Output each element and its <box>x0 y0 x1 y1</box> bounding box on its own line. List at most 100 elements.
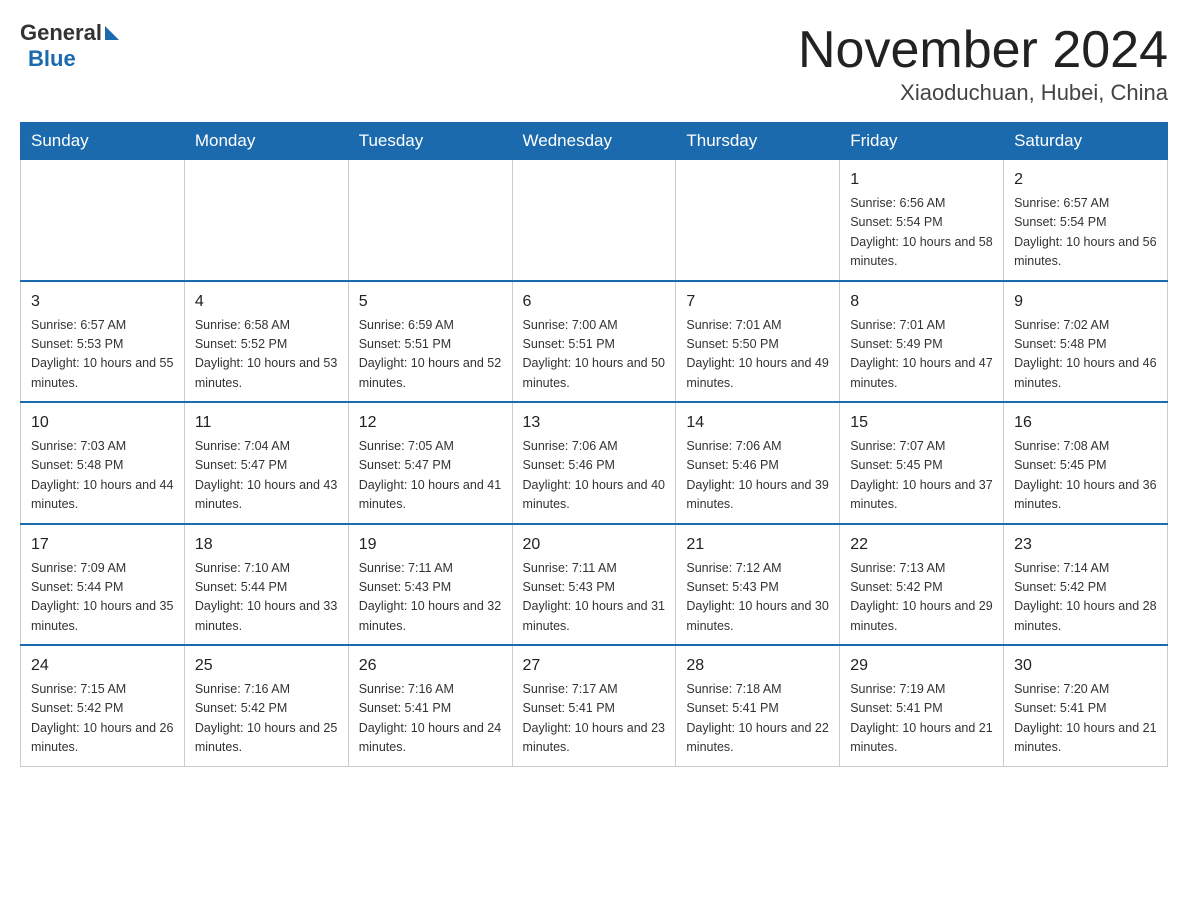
weekday-header-tuesday: Tuesday <box>348 123 512 160</box>
weekday-header-monday: Monday <box>184 123 348 160</box>
calendar-day-cell <box>21 160 185 281</box>
weekday-header-thursday: Thursday <box>676 123 840 160</box>
calendar-day-cell: 5Sunrise: 6:59 AM Sunset: 5:51 PM Daylig… <box>348 281 512 403</box>
day-info: Sunrise: 7:06 AM Sunset: 5:46 PM Dayligh… <box>686 437 829 515</box>
day-number: 8 <box>850 290 993 314</box>
day-number: 2 <box>1014 168 1157 192</box>
calendar-week-row: 10Sunrise: 7:03 AM Sunset: 5:48 PM Dayli… <box>21 402 1168 524</box>
calendar-day-cell: 10Sunrise: 7:03 AM Sunset: 5:48 PM Dayli… <box>21 402 185 524</box>
day-info: Sunrise: 7:12 AM Sunset: 5:43 PM Dayligh… <box>686 559 829 637</box>
location-subtitle: Xiaoduchuan, Hubei, China <box>798 80 1168 106</box>
day-info: Sunrise: 7:13 AM Sunset: 5:42 PM Dayligh… <box>850 559 993 637</box>
weekday-header-sunday: Sunday <box>21 123 185 160</box>
logo: General Blue <box>20 20 122 72</box>
day-info: Sunrise: 7:17 AM Sunset: 5:41 PM Dayligh… <box>523 680 666 758</box>
calendar-day-cell: 30Sunrise: 7:20 AM Sunset: 5:41 PM Dayli… <box>1004 645 1168 766</box>
calendar-day-cell: 16Sunrise: 7:08 AM Sunset: 5:45 PM Dayli… <box>1004 402 1168 524</box>
day-number: 30 <box>1014 654 1157 678</box>
day-number: 7 <box>686 290 829 314</box>
day-info: Sunrise: 6:57 AM Sunset: 5:53 PM Dayligh… <box>31 316 174 394</box>
calendar-day-cell: 27Sunrise: 7:17 AM Sunset: 5:41 PM Dayli… <box>512 645 676 766</box>
calendar-day-cell: 12Sunrise: 7:05 AM Sunset: 5:47 PM Dayli… <box>348 402 512 524</box>
day-info: Sunrise: 7:09 AM Sunset: 5:44 PM Dayligh… <box>31 559 174 637</box>
day-number: 17 <box>31 533 174 557</box>
weekday-header-friday: Friday <box>840 123 1004 160</box>
calendar-day-cell: 21Sunrise: 7:12 AM Sunset: 5:43 PM Dayli… <box>676 524 840 646</box>
calendar-day-cell: 23Sunrise: 7:14 AM Sunset: 5:42 PM Dayli… <box>1004 524 1168 646</box>
calendar-day-cell: 13Sunrise: 7:06 AM Sunset: 5:46 PM Dayli… <box>512 402 676 524</box>
calendar-day-cell: 22Sunrise: 7:13 AM Sunset: 5:42 PM Dayli… <box>840 524 1004 646</box>
calendar-week-row: 1Sunrise: 6:56 AM Sunset: 5:54 PM Daylig… <box>21 160 1168 281</box>
day-number: 25 <box>195 654 338 678</box>
calendar-day-cell: 11Sunrise: 7:04 AM Sunset: 5:47 PM Dayli… <box>184 402 348 524</box>
calendar-day-cell <box>184 160 348 281</box>
day-info: Sunrise: 7:11 AM Sunset: 5:43 PM Dayligh… <box>359 559 502 637</box>
calendar-day-cell: 9Sunrise: 7:02 AM Sunset: 5:48 PM Daylig… <box>1004 281 1168 403</box>
day-number: 12 <box>359 411 502 435</box>
day-number: 27 <box>523 654 666 678</box>
calendar-day-cell: 6Sunrise: 7:00 AM Sunset: 5:51 PM Daylig… <box>512 281 676 403</box>
day-number: 21 <box>686 533 829 557</box>
calendar-day-cell: 20Sunrise: 7:11 AM Sunset: 5:43 PM Dayli… <box>512 524 676 646</box>
day-info: Sunrise: 7:06 AM Sunset: 5:46 PM Dayligh… <box>523 437 666 515</box>
header: General Blue November 2024 Xiaoduchuan, … <box>20 20 1168 106</box>
calendar-day-cell <box>512 160 676 281</box>
weekday-header-saturday: Saturday <box>1004 123 1168 160</box>
day-number: 13 <box>523 411 666 435</box>
day-number: 11 <box>195 411 338 435</box>
calendar-day-cell <box>348 160 512 281</box>
calendar-table: SundayMondayTuesdayWednesdayThursdayFrid… <box>20 122 1168 767</box>
day-info: Sunrise: 7:01 AM Sunset: 5:49 PM Dayligh… <box>850 316 993 394</box>
day-info: Sunrise: 7:10 AM Sunset: 5:44 PM Dayligh… <box>195 559 338 637</box>
day-number: 26 <box>359 654 502 678</box>
day-number: 19 <box>359 533 502 557</box>
calendar-day-cell: 24Sunrise: 7:15 AM Sunset: 5:42 PM Dayli… <box>21 645 185 766</box>
calendar-day-cell: 17Sunrise: 7:09 AM Sunset: 5:44 PM Dayli… <box>21 524 185 646</box>
day-number: 28 <box>686 654 829 678</box>
day-info: Sunrise: 7:14 AM Sunset: 5:42 PM Dayligh… <box>1014 559 1157 637</box>
calendar-day-cell <box>676 160 840 281</box>
day-info: Sunrise: 7:16 AM Sunset: 5:41 PM Dayligh… <box>359 680 502 758</box>
day-info: Sunrise: 7:19 AM Sunset: 5:41 PM Dayligh… <box>850 680 993 758</box>
day-info: Sunrise: 7:03 AM Sunset: 5:48 PM Dayligh… <box>31 437 174 515</box>
day-info: Sunrise: 7:00 AM Sunset: 5:51 PM Dayligh… <box>523 316 666 394</box>
day-info: Sunrise: 7:01 AM Sunset: 5:50 PM Dayligh… <box>686 316 829 394</box>
day-info: Sunrise: 7:05 AM Sunset: 5:47 PM Dayligh… <box>359 437 502 515</box>
month-year-title: November 2024 <box>798 20 1168 80</box>
calendar-day-cell: 18Sunrise: 7:10 AM Sunset: 5:44 PM Dayli… <box>184 524 348 646</box>
calendar-day-cell: 4Sunrise: 6:58 AM Sunset: 5:52 PM Daylig… <box>184 281 348 403</box>
day-info: Sunrise: 7:07 AM Sunset: 5:45 PM Dayligh… <box>850 437 993 515</box>
day-number: 22 <box>850 533 993 557</box>
calendar-day-cell: 15Sunrise: 7:07 AM Sunset: 5:45 PM Dayli… <box>840 402 1004 524</box>
day-info: Sunrise: 6:56 AM Sunset: 5:54 PM Dayligh… <box>850 194 993 272</box>
day-number: 15 <box>850 411 993 435</box>
calendar-day-cell: 28Sunrise: 7:18 AM Sunset: 5:41 PM Dayli… <box>676 645 840 766</box>
day-info: Sunrise: 6:57 AM Sunset: 5:54 PM Dayligh… <box>1014 194 1157 272</box>
day-number: 18 <box>195 533 338 557</box>
day-info: Sunrise: 7:16 AM Sunset: 5:42 PM Dayligh… <box>195 680 338 758</box>
day-number: 14 <box>686 411 829 435</box>
day-info: Sunrise: 7:04 AM Sunset: 5:47 PM Dayligh… <box>195 437 338 515</box>
logo-general-text: General <box>20 20 102 46</box>
day-number: 23 <box>1014 533 1157 557</box>
day-number: 24 <box>31 654 174 678</box>
day-number: 20 <box>523 533 666 557</box>
calendar-day-cell: 25Sunrise: 7:16 AM Sunset: 5:42 PM Dayli… <box>184 645 348 766</box>
day-info: Sunrise: 7:02 AM Sunset: 5:48 PM Dayligh… <box>1014 316 1157 394</box>
weekday-header-wednesday: Wednesday <box>512 123 676 160</box>
logo-triangle-icon <box>105 26 119 40</box>
day-info: Sunrise: 7:11 AM Sunset: 5:43 PM Dayligh… <box>523 559 666 637</box>
day-info: Sunrise: 7:15 AM Sunset: 5:42 PM Dayligh… <box>31 680 174 758</box>
day-info: Sunrise: 7:20 AM Sunset: 5:41 PM Dayligh… <box>1014 680 1157 758</box>
logo-blue-text: Blue <box>28 46 76 71</box>
day-number: 3 <box>31 290 174 314</box>
calendar-day-cell: 7Sunrise: 7:01 AM Sunset: 5:50 PM Daylig… <box>676 281 840 403</box>
calendar-week-row: 24Sunrise: 7:15 AM Sunset: 5:42 PM Dayli… <box>21 645 1168 766</box>
day-number: 1 <box>850 168 993 192</box>
calendar-day-cell: 2Sunrise: 6:57 AM Sunset: 5:54 PM Daylig… <box>1004 160 1168 281</box>
day-info: Sunrise: 6:59 AM Sunset: 5:51 PM Dayligh… <box>359 316 502 394</box>
day-info: Sunrise: 6:58 AM Sunset: 5:52 PM Dayligh… <box>195 316 338 394</box>
day-number: 9 <box>1014 290 1157 314</box>
day-number: 5 <box>359 290 502 314</box>
calendar-week-row: 3Sunrise: 6:57 AM Sunset: 5:53 PM Daylig… <box>21 281 1168 403</box>
